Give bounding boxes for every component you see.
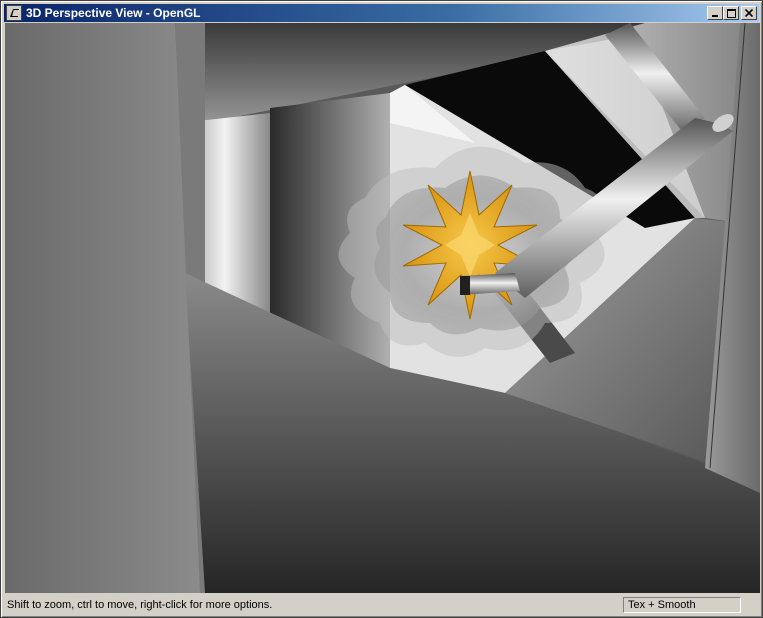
status-bar: Shift to zoom, ctrl to move, right-click… [4,595,761,615]
maximize-icon [726,8,736,18]
close-icon [745,9,753,17]
opengl-viewport[interactable] [5,23,760,593]
opengl-app-icon[interactable] [6,5,22,21]
window-title: 3D Perspective View - OpenGL [26,6,201,20]
3d-scene [5,23,760,593]
close-button[interactable] [741,6,757,20]
window-controls [707,6,757,20]
minimize-button[interactable] [707,6,723,20]
minimize-icon [712,15,718,17]
app-window: 3D Perspective View - OpenGL Shift to zo… [0,0,763,618]
maximize-button[interactable] [723,6,739,20]
status-hint: Shift to zoom, ctrl to move, right-click… [7,599,273,611]
render-mode-panel: Tex + Smooth [623,597,741,613]
title-bar[interactable]: 3D Perspective View - OpenGL [4,4,759,22]
